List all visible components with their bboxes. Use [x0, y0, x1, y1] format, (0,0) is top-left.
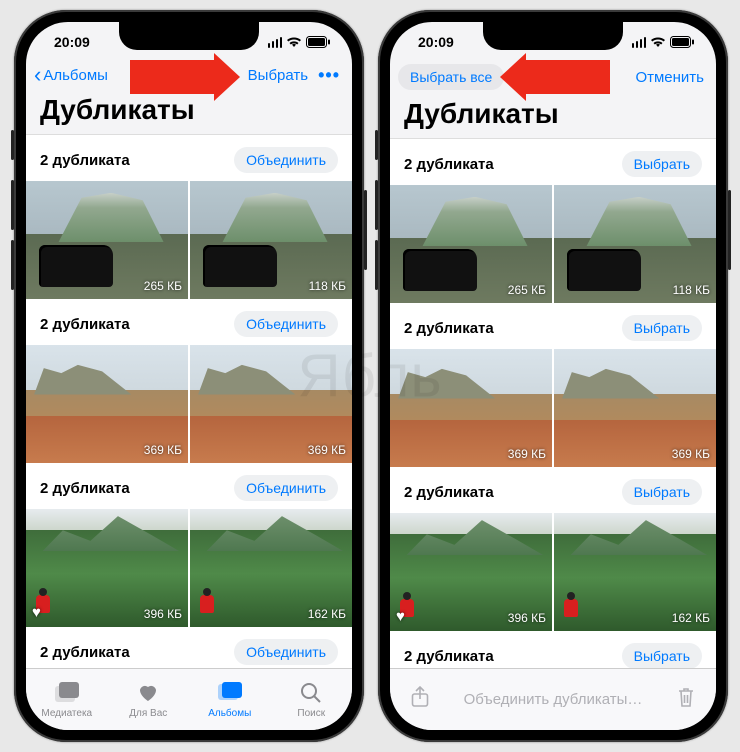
library-icon: [54, 681, 80, 706]
duplicates-list[interactable]: 2 дубликатаОбъединить265 КБ118 КБ2 дубли…: [26, 134, 352, 668]
group-title: 2 дубликата: [40, 152, 130, 169]
merge-button[interactable]: Объединить: [234, 475, 338, 501]
chevron-left-icon: ‹: [34, 64, 41, 86]
more-button[interactable]: •••: [318, 65, 340, 86]
group-title: 2 дубликата: [404, 648, 494, 665]
photo-thumbnail[interactable]: 162 КБ: [554, 513, 716, 631]
cancel-button[interactable]: Отменить: [635, 69, 704, 86]
photo-thumbnail[interactable]: 265 КБ: [26, 181, 188, 299]
photo-thumbnail[interactable]: 162 КБ: [190, 509, 352, 627]
merge-button[interactable]: Объединить: [234, 147, 338, 173]
merge-button[interactable]: Объединить: [234, 311, 338, 337]
file-size-badge: 118 КБ: [309, 279, 346, 293]
photo-thumbnail[interactable]: 396 КБ ♥: [26, 509, 188, 627]
file-size-badge: 162 КБ: [672, 611, 710, 625]
tab-albums[interactable]: Альбомы: [189, 669, 271, 730]
photo-thumbnail[interactable]: 369 КБ: [26, 345, 188, 463]
select-group-button[interactable]: Выбрать: [622, 151, 702, 177]
photo-thumbnail[interactable]: 118 КБ: [190, 181, 352, 299]
select-button[interactable]: Выбрать: [248, 67, 308, 84]
status-time: 20:09: [54, 34, 90, 50]
file-size-badge: 369 КБ: [672, 447, 710, 461]
duplicate-group: 2 дубликата Объединить 265 КБ 118 КБ: [26, 135, 352, 299]
search-icon: [299, 681, 323, 706]
photo-thumbnail[interactable]: 118 КБ: [554, 185, 716, 303]
file-size-badge: 369 КБ: [144, 443, 182, 457]
duplicate-group: 2 дубликата Выбрать 265 КБ 118 КБ: [390, 139, 716, 303]
duplicate-group: 2 дубликата Объединить 396 КБ ♥ 162 КБ: [26, 463, 352, 627]
heart-icon: [136, 681, 160, 706]
photo-thumbnail[interactable]: 396 КБ ♥: [390, 513, 552, 631]
favorite-icon: ♥: [32, 604, 41, 621]
tab-label: Поиск: [297, 708, 325, 719]
photo-thumbnail[interactable]: 369 КБ: [390, 349, 552, 467]
photo-thumbnail[interactable]: 265 КБ: [390, 185, 552, 303]
group-title: 2 дубликата: [404, 320, 494, 337]
tab-search[interactable]: Поиск: [271, 669, 353, 730]
duplicate-group: 2 дубликата Выбрать 369 КБ 369 КБ: [390, 303, 716, 467]
photo-thumbnail[interactable]: 369 КБ: [554, 349, 716, 467]
page-title: Дубликаты: [26, 94, 352, 134]
cellular-icon: [268, 37, 283, 48]
duplicate-group: 2 дубликата Объединить: [26, 627, 352, 668]
wifi-icon: [286, 36, 302, 48]
tab-label: Альбомы: [208, 708, 251, 719]
trash-icon: [676, 686, 696, 714]
group-title: 2 дубликата: [40, 316, 130, 333]
file-size-badge: 369 КБ: [308, 443, 346, 457]
file-size-badge: 118 КБ: [673, 283, 710, 297]
back-button[interactable]: ‹ Альбомы: [34, 64, 108, 86]
duplicate-group: 2 дубликата Объединить 369 КБ 369 КБ: [26, 299, 352, 463]
phone-frame-left: 20:09 ‹ Альбомы Выбрать ••• Дубликаты: [14, 10, 364, 742]
file-size-badge: 396 КБ: [508, 611, 546, 625]
file-size-badge: 265 КБ: [144, 279, 182, 293]
select-group-button[interactable]: Выбрать: [622, 643, 702, 668]
file-size-badge: 162 КБ: [308, 607, 346, 621]
annotation-arrow-right: [130, 58, 240, 96]
battery-icon: [306, 36, 330, 48]
duplicates-list[interactable]: 2 дубликатаВыбрать265 КБ118 КБ2 дубликат…: [390, 138, 716, 668]
select-group-button[interactable]: Выбрать: [622, 479, 702, 505]
tab-label: Медиатека: [41, 708, 92, 719]
file-size-badge: 396 КБ: [144, 607, 182, 621]
notch: [483, 22, 623, 50]
file-size-badge: 265 КБ: [508, 283, 546, 297]
merge-duplicates-button: Объединить дубликаты…: [464, 691, 643, 708]
duplicate-group: 2 дубликата Выбрать: [390, 631, 716, 668]
wifi-icon: [650, 36, 666, 48]
favorite-icon: ♥: [396, 608, 405, 625]
back-label: Альбомы: [43, 67, 108, 84]
tab-bar: Медиатека Для Вас Альбомы Поиск: [26, 668, 352, 730]
bottom-toolbar: Объединить дубликаты…: [390, 668, 716, 730]
page-title: Дубликаты: [390, 98, 716, 138]
file-size-badge: 369 КБ: [508, 447, 546, 461]
cellular-icon: [632, 37, 647, 48]
select-all-button[interactable]: Выбрать все: [398, 64, 504, 90]
group-title: 2 дубликата: [40, 644, 130, 661]
albums-icon: [217, 681, 243, 706]
group-title: 2 дубликата: [40, 480, 130, 497]
photo-thumbnail[interactable]: 369 КБ: [190, 345, 352, 463]
share-icon: [410, 686, 430, 714]
phone-frame-right: 20:09 Выбрать все Отменить Дубликаты 2 д…: [378, 10, 728, 742]
duplicate-group: 2 дубликата Выбрать 396 КБ ♥ 162 КБ: [390, 467, 716, 631]
select-group-button[interactable]: Выбрать: [622, 315, 702, 341]
tab-label: Для Вас: [129, 708, 167, 719]
battery-icon: [670, 36, 694, 48]
status-time: 20:09: [418, 34, 454, 50]
notch: [119, 22, 259, 50]
tab-foryou[interactable]: Для Вас: [108, 669, 190, 730]
group-title: 2 дубликата: [404, 156, 494, 173]
group-title: 2 дубликата: [404, 484, 494, 501]
annotation-arrow-left: [500, 58, 610, 96]
tab-library[interactable]: Медиатека: [26, 669, 108, 730]
merge-button[interactable]: Объединить: [234, 639, 338, 665]
